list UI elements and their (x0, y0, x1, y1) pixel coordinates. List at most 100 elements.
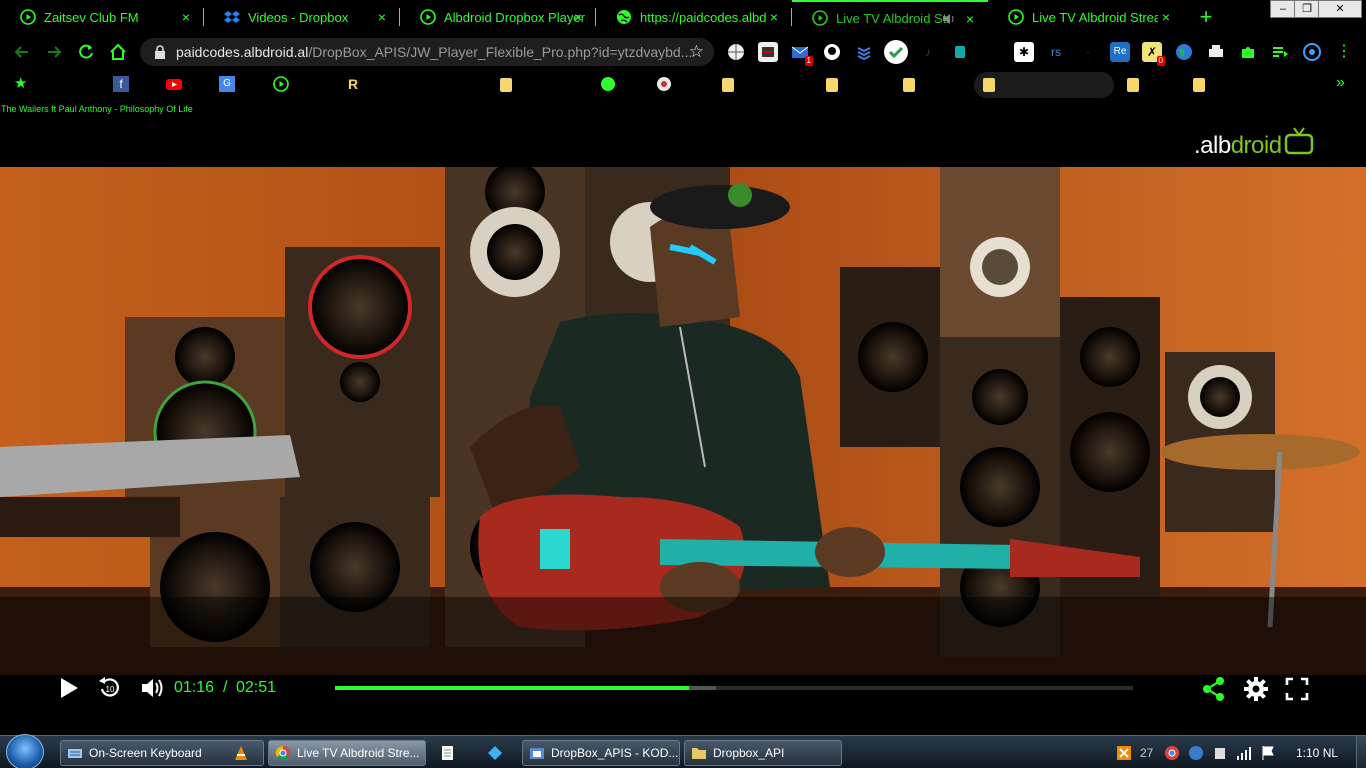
network-icon[interactable] (1236, 745, 1252, 761)
minimize-button[interactable]: – (1270, 0, 1296, 18)
play-button[interactable] (58, 676, 80, 705)
ext-7-icon[interactable]: ♪ (918, 42, 938, 62)
earth-ext-icon[interactable] (1174, 42, 1194, 62)
seek-bar[interactable] (335, 686, 1133, 690)
close-icon[interactable]: × (178, 9, 194, 25)
dropbox-icon (224, 9, 240, 25)
new-tab-button[interactable]: + (1196, 6, 1216, 28)
tray-chrome-icon[interactable] (1164, 745, 1180, 761)
tray-ext-icon[interactable] (1116, 745, 1132, 761)
taskbar-chrome[interactable]: Live TV Albdroid Stre... (268, 740, 426, 766)
stack-ext-icon[interactable] (854, 42, 874, 62)
play-circle-icon (20, 9, 36, 25)
forward-button[interactable] (44, 42, 64, 62)
flag-icon[interactable] (1260, 745, 1276, 761)
back-button[interactable] (12, 42, 32, 62)
time-separator: / (223, 679, 228, 696)
re-ext-icon[interactable]: Re (1110, 42, 1130, 62)
taskbar-vlc[interactable] (226, 740, 262, 766)
show-desktop-button[interactable] (1356, 736, 1366, 768)
taskbar-label: On-Screen Keyboard (89, 746, 202, 760)
close-window-button[interactable]: ✕ (1318, 0, 1362, 18)
folder-icon[interactable] (1127, 78, 1139, 92)
video-frame[interactable] (0, 167, 1366, 675)
ext-8-icon[interactable] (950, 42, 970, 62)
r-bookmark-icon[interactable]: R (348, 76, 364, 92)
folder-icon[interactable] (826, 78, 838, 92)
mail-ext-icon[interactable]: 1 (790, 42, 813, 66)
tab-label: Live TV Albdroid Stream (1032, 9, 1158, 25)
rs-ext-icon[interactable]: rs (1046, 42, 1066, 62)
folder-icon[interactable] (500, 78, 512, 92)
youtube-icon[interactable] (166, 76, 182, 92)
folder-icon[interactable] (722, 78, 734, 92)
close-icon[interactable]: × (766, 9, 782, 25)
home-button[interactable] (108, 42, 128, 62)
more-icon[interactable]: ⋮ (1334, 42, 1354, 62)
speaker-icon[interactable] (942, 12, 956, 26)
folder-icon[interactable] (983, 78, 995, 92)
taskbar-dropbox-apis[interactable]: DropBox_APIS - KOD... (522, 740, 680, 766)
ext-11-icon[interactable]: · (1078, 42, 1098, 62)
ext-13-icon[interactable]: ✗ 0 (1142, 42, 1165, 66)
taskbar-kodi[interactable] (480, 740, 516, 766)
bookmarks-overflow-button[interactable]: » (1336, 74, 1345, 92)
tab-paidcodes[interactable]: https://paidcodes.albdroid × (596, 0, 792, 34)
tray-device-icon[interactable] (1212, 745, 1228, 761)
bookmarks-bar: ★ f G R » (0, 70, 1366, 100)
star-bookmark-icon[interactable]: ★ (14, 76, 30, 92)
ext-bookmark-icon[interactable] (656, 76, 672, 92)
tab-live-tv-2[interactable]: Live TV Albdroid Stream × (988, 0, 1184, 34)
tab-albdroid-dropbox-player[interactable]: Albdroid Dropbox Player × (400, 0, 596, 34)
bookmark-pill[interactable] (974, 72, 1114, 98)
globe-bookmark-icon[interactable] (600, 76, 616, 92)
clock[interactable]: 1:10 NL (1296, 746, 1338, 760)
start-button[interactable] (6, 734, 44, 768)
tray-globe-icon[interactable] (1188, 745, 1204, 761)
folder-icon[interactable] (1193, 78, 1205, 92)
check-ext-icon[interactable] (884, 40, 908, 64)
share-button[interactable] (1202, 676, 1226, 707)
globe-ext-icon[interactable] (726, 42, 746, 62)
tab-live-tv-active[interactable]: Live TV Albdroid Stre × (792, 0, 988, 34)
tray-counter[interactable]: 27 (1140, 745, 1160, 761)
close-icon[interactable]: × (1158, 9, 1174, 25)
ext-badge: 0 (1156, 56, 1165, 66)
github-icon[interactable] (822, 42, 842, 62)
chrome-icon (275, 745, 291, 761)
play-circle-bookmark-icon[interactable] (273, 76, 289, 92)
bookmark-star-icon[interactable]: ☆ (689, 42, 704, 62)
player-controls: 10 01:16 / 02:51 (0, 675, 1366, 735)
close-icon[interactable]: × (570, 9, 586, 25)
lock-icon[interactable] (154, 45, 166, 59)
puzzle-icon[interactable] (1238, 42, 1258, 62)
brand-suffix: droid (1230, 132, 1282, 159)
play-circle-icon (1008, 9, 1024, 25)
folder-icon[interactable] (903, 78, 915, 92)
rewind-10-button[interactable]: 10 (98, 676, 122, 705)
playlist-icon[interactable] (1270, 42, 1290, 62)
facebook-icon[interactable]: f (113, 76, 129, 92)
address-bar[interactable]: paidcodes.albdroid.al /DropBox_APIS/JW_P… (140, 38, 714, 66)
taskbar-label: Dropbox_API (713, 746, 785, 760)
tab-zaitsev[interactable]: Zaitsev Club FM × (0, 0, 204, 34)
fullscreen-button[interactable] (1285, 677, 1309, 706)
ext-2-icon[interactable] (758, 42, 778, 62)
reload-button[interactable] (76, 42, 96, 62)
close-icon[interactable]: × (962, 11, 978, 27)
current-time: 01:16 (174, 679, 215, 696)
restore-button[interactable]: ❐ (1294, 0, 1320, 18)
close-icon[interactable]: × (374, 9, 390, 25)
tab-label: Live TV Albdroid Stre (836, 10, 948, 26)
asterisk-ext-icon[interactable]: ✱ (1014, 42, 1034, 62)
profile-icon[interactable] (1302, 42, 1322, 62)
taskbar-dropbox-api-folder[interactable]: Dropbox_API (684, 740, 842, 766)
tab-videos-dropbox[interactable]: Videos - Dropbox × (204, 0, 400, 34)
settings-button[interactable] (1243, 676, 1269, 707)
taskbar-notepad[interactable] (432, 740, 468, 766)
printer-ext-icon[interactable] (1206, 42, 1226, 62)
translate-icon[interactable]: G (219, 76, 235, 92)
duration: 02:51 (236, 679, 277, 696)
folder-app-icon (529, 745, 545, 761)
volume-button[interactable] (140, 676, 166, 705)
